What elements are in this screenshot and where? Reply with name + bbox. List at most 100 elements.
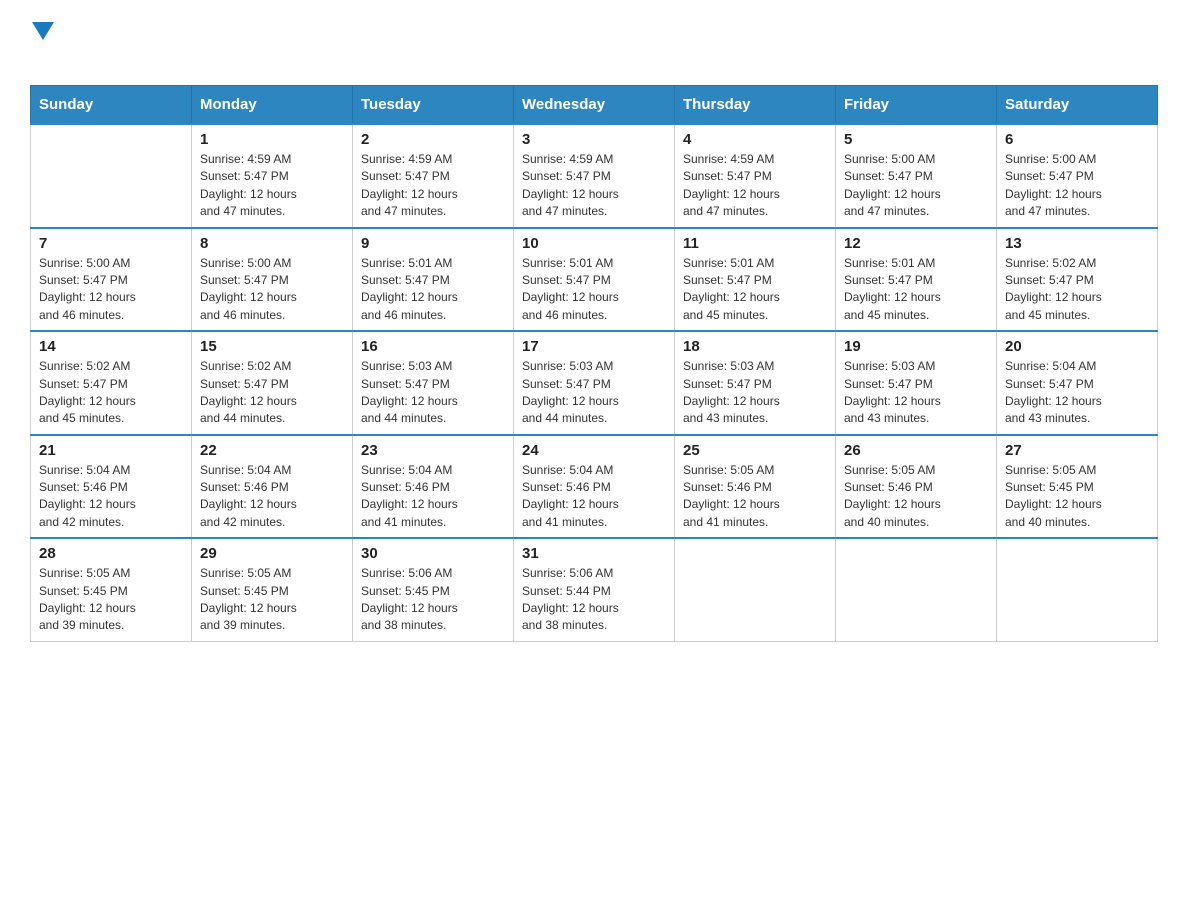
calendar-cell: 21 Sunrise: 5:04 AM Sunset: 5:46 PM Dayli…	[31, 435, 192, 539]
day-number: 22	[200, 442, 344, 459]
calendar-cell: 17Sunrise: 5:03 AM Sunset: 5:47 PM Dayli…	[514, 331, 675, 435]
day-number: 25	[683, 442, 827, 459]
day-info: Sunrise: 5:04 AM Sunset: 5:46 PM Dayligh…	[361, 462, 505, 532]
day-number: 20	[1005, 338, 1149, 355]
calendar-cell: 27 Sunrise: 5:05 AM Sunset: 5:45 PM Dayli…	[997, 435, 1158, 539]
header-thursday: Thursday	[675, 86, 836, 125]
calendar-cell: 29Sunrise: 5:05 AM Sunset: 5:45 PM Dayli…	[192, 538, 353, 641]
day-number: 30	[361, 545, 505, 562]
day-number: 29	[200, 545, 344, 562]
calendar-cell: 16 Sunrise: 5:03 AM Sunset: 5:47 PM Dayli…	[353, 331, 514, 435]
calendar-cell	[675, 538, 836, 641]
day-number: 18	[683, 338, 827, 355]
calendar-cell: 8 Sunrise: 5:00 AM Sunset: 5:47 PM Daylig…	[192, 228, 353, 332]
day-number: 26	[844, 442, 988, 459]
day-info: Sunrise: 5:05 AM Sunset: 5:45 PM Dayligh…	[39, 565, 183, 635]
calendar-week-row: 7 Sunrise: 5:00 AM Sunset: 5:47 PM Daylig…	[31, 228, 1158, 332]
calendar-cell: 14 Sunrise: 5:02 AM Sunset: 5:47 PM Dayli…	[31, 331, 192, 435]
calendar-cell: 20 Sunrise: 5:04 AM Sunset: 5:47 PM Dayli…	[997, 331, 1158, 435]
day-info: Sunrise: 5:00 AM Sunset: 5:47 PM Dayligh…	[844, 151, 988, 221]
day-info: Sunrise: 5:05 AM Sunset: 5:46 PM Dayligh…	[844, 462, 988, 532]
day-info: Sunrise: 5:05 AM Sunset: 5:45 PM Dayligh…	[1005, 462, 1149, 532]
calendar-cell: 31 Sunrise: 5:06 AM Sunset: 5:44 PM Dayli…	[514, 538, 675, 641]
day-info: Sunrise: 5:04 AM Sunset: 5:47 PM Dayligh…	[1005, 358, 1149, 428]
day-number: 1	[200, 131, 344, 148]
day-info: Sunrise: 5:03 AM Sunset: 5:47 PM Dayligh…	[361, 358, 505, 428]
calendar-cell: 18 Sunrise: 5:03 AM Sunset: 5:47 PM Dayli…	[675, 331, 836, 435]
day-number: 28	[39, 545, 183, 562]
calendar-cell: 25 Sunrise: 5:05 AM Sunset: 5:46 PM Dayli…	[675, 435, 836, 539]
day-number: 23	[361, 442, 505, 459]
day-number: 19	[844, 338, 988, 355]
calendar-cell: 30 Sunrise: 5:06 AM Sunset: 5:45 PM Dayli…	[353, 538, 514, 641]
day-info: Sunrise: 5:02 AM Sunset: 5:47 PM Dayligh…	[200, 358, 344, 428]
header-wednesday: Wednesday	[514, 86, 675, 125]
day-number: 15	[200, 338, 344, 355]
day-info: Sunrise: 4:59 AM Sunset: 5:47 PM Dayligh…	[200, 151, 344, 221]
calendar-cell: 4 Sunrise: 4:59 AM Sunset: 5:47 PM Daylig…	[675, 124, 836, 228]
day-number: 14	[39, 338, 183, 355]
header-tuesday: Tuesday	[353, 86, 514, 125]
header-friday: Friday	[836, 86, 997, 125]
logo	[30, 20, 54, 75]
calendar-cell: 5 Sunrise: 5:00 AM Sunset: 5:47 PM Daylig…	[836, 124, 997, 228]
header-saturday: Saturday	[997, 86, 1158, 125]
calendar-table: SundayMondayTuesdayWednesdayThursdayFrid…	[30, 85, 1158, 642]
calendar-cell: 2Sunrise: 4:59 AM Sunset: 5:47 PM Daylig…	[353, 124, 514, 228]
calendar-cell: 13 Sunrise: 5:02 AM Sunset: 5:47 PM Dayli…	[997, 228, 1158, 332]
day-number: 21	[39, 442, 183, 459]
day-number: 12	[844, 235, 988, 252]
day-number: 13	[1005, 235, 1149, 252]
day-info: Sunrise: 5:03 AM Sunset: 5:47 PM Dayligh…	[522, 358, 666, 428]
day-info: Sunrise: 5:04 AM Sunset: 5:46 PM Dayligh…	[200, 462, 344, 532]
day-info: Sunrise: 5:06 AM Sunset: 5:44 PM Dayligh…	[522, 565, 666, 635]
header-monday: Monday	[192, 86, 353, 125]
logo-triangle-icon	[32, 22, 54, 44]
day-info: Sunrise: 5:02 AM Sunset: 5:47 PM Dayligh…	[1005, 255, 1149, 325]
calendar-cell: 9Sunrise: 5:01 AM Sunset: 5:47 PM Daylig…	[353, 228, 514, 332]
calendar-cell: 22 Sunrise: 5:04 AM Sunset: 5:46 PM Dayli…	[192, 435, 353, 539]
calendar-week-row: 21 Sunrise: 5:04 AM Sunset: 5:46 PM Dayli…	[31, 435, 1158, 539]
calendar-cell: 23 Sunrise: 5:04 AM Sunset: 5:46 PM Dayli…	[353, 435, 514, 539]
day-number: 7	[39, 235, 183, 252]
calendar-cell	[997, 538, 1158, 641]
calendar-cell: 7Sunrise: 5:00 AM Sunset: 5:47 PM Daylig…	[31, 228, 192, 332]
day-info: Sunrise: 5:02 AM Sunset: 5:47 PM Dayligh…	[39, 358, 183, 428]
day-number: 3	[522, 131, 666, 148]
day-info: Sunrise: 5:05 AM Sunset: 5:46 PM Dayligh…	[683, 462, 827, 532]
calendar-week-row: 14 Sunrise: 5:02 AM Sunset: 5:47 PM Dayli…	[31, 331, 1158, 435]
day-info: Sunrise: 5:04 AM Sunset: 5:46 PM Dayligh…	[522, 462, 666, 532]
day-number: 4	[683, 131, 827, 148]
calendar-cell: 3Sunrise: 4:59 AM Sunset: 5:47 PM Daylig…	[514, 124, 675, 228]
day-info: Sunrise: 5:04 AM Sunset: 5:46 PM Dayligh…	[39, 462, 183, 532]
calendar-cell: 1 Sunrise: 4:59 AM Sunset: 5:47 PM Daylig…	[192, 124, 353, 228]
day-info: Sunrise: 5:00 AM Sunset: 5:47 PM Dayligh…	[200, 255, 344, 325]
calendar-cell: 26 Sunrise: 5:05 AM Sunset: 5:46 PM Dayli…	[836, 435, 997, 539]
day-number: 6	[1005, 131, 1149, 148]
day-number: 24	[522, 442, 666, 459]
day-info: Sunrise: 5:03 AM Sunset: 5:47 PM Dayligh…	[844, 358, 988, 428]
day-number: 5	[844, 131, 988, 148]
day-number: 8	[200, 235, 344, 252]
calendar-cell: 11 Sunrise: 5:01 AM Sunset: 5:47 PM Dayli…	[675, 228, 836, 332]
calendar-week-row: 1 Sunrise: 4:59 AM Sunset: 5:47 PM Daylig…	[31, 124, 1158, 228]
calendar-header-row: SundayMondayTuesdayWednesdayThursdayFrid…	[31, 86, 1158, 125]
day-number: 31	[522, 545, 666, 562]
calendar-cell: 10 Sunrise: 5:01 AM Sunset: 5:47 PM Dayli…	[514, 228, 675, 332]
day-info: Sunrise: 4:59 AM Sunset: 5:47 PM Dayligh…	[361, 151, 505, 221]
day-info: Sunrise: 5:01 AM Sunset: 5:47 PM Dayligh…	[683, 255, 827, 325]
day-number: 16	[361, 338, 505, 355]
day-info: Sunrise: 5:03 AM Sunset: 5:47 PM Dayligh…	[683, 358, 827, 428]
day-info: Sunrise: 4:59 AM Sunset: 5:47 PM Dayligh…	[683, 151, 827, 221]
day-info: Sunrise: 5:01 AM Sunset: 5:47 PM Dayligh…	[522, 255, 666, 325]
day-number: 27	[1005, 442, 1149, 459]
calendar-cell: 12Sunrise: 5:01 AM Sunset: 5:47 PM Dayli…	[836, 228, 997, 332]
day-number: 9	[361, 235, 505, 252]
day-number: 11	[683, 235, 827, 252]
calendar-cell: 19 Sunrise: 5:03 AM Sunset: 5:47 PM Dayli…	[836, 331, 997, 435]
header-sunday: Sunday	[31, 86, 192, 125]
calendar-cell	[836, 538, 997, 641]
day-info: Sunrise: 5:00 AM Sunset: 5:47 PM Dayligh…	[1005, 151, 1149, 221]
day-info: Sunrise: 5:06 AM Sunset: 5:45 PM Dayligh…	[361, 565, 505, 635]
day-number: 10	[522, 235, 666, 252]
